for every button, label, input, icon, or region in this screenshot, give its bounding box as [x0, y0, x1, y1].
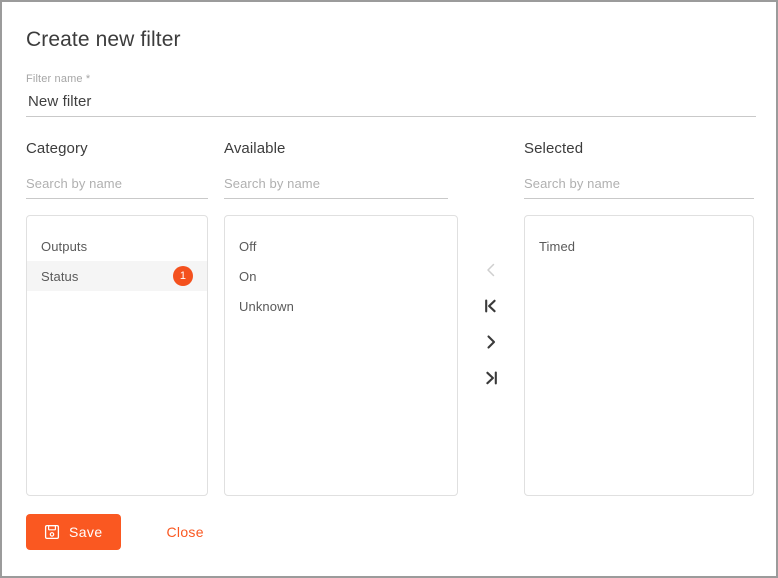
filter-name-input[interactable] — [26, 86, 756, 116]
list-item[interactable]: Off — [225, 231, 457, 261]
available-list-panel: Off On Unknown — [224, 215, 458, 496]
move-left-icon — [474, 252, 508, 288]
close-button[interactable]: Close — [159, 518, 212, 546]
selected-column: Selected — [524, 140, 754, 199]
available-search-input[interactable] — [224, 176, 448, 198]
available-column: Available — [224, 140, 448, 199]
category-search-underline — [26, 198, 208, 199]
dialog-footer: Save Close — [26, 514, 212, 550]
move-all-left-icon[interactable] — [474, 288, 508, 324]
selected-list-panel: Timed — [524, 215, 754, 496]
status-badge: 1 — [173, 266, 193, 286]
list-item[interactable]: Status 1 — [27, 261, 207, 291]
move-right-icon[interactable] — [474, 324, 508, 360]
available-item-label: Unknown — [239, 298, 294, 314]
category-item-label: Outputs — [41, 238, 88, 254]
available-search-box — [224, 175, 448, 199]
category-search-box — [26, 175, 208, 199]
available-item-label: On — [239, 268, 257, 284]
filter-name-label: Filter name * — [26, 73, 91, 85]
list-item[interactable]: On — [225, 261, 457, 291]
save-icon — [44, 524, 60, 540]
selected-heading: Selected — [524, 140, 584, 157]
category-column: Category — [26, 140, 208, 199]
available-search-underline — [224, 198, 448, 199]
available-heading: Available — [224, 140, 286, 157]
list-item[interactable]: Outputs — [27, 231, 207, 261]
selected-item-label: Timed — [539, 238, 576, 254]
category-item-label: Status — [41, 268, 79, 284]
available-item-label: Off — [239, 238, 257, 254]
save-button[interactable]: Save — [26, 514, 121, 550]
category-search-input[interactable] — [26, 176, 208, 198]
selected-search-box — [524, 175, 754, 199]
category-list-panel: Outputs Status 1 — [26, 215, 208, 496]
transfer-buttons — [474, 252, 508, 396]
selected-search-underline — [524, 198, 754, 199]
save-button-label: Save — [69, 524, 103, 540]
move-all-right-icon[interactable] — [474, 360, 508, 396]
filter-name-underline — [26, 116, 756, 117]
list-item[interactable]: Timed — [525, 231, 753, 261]
selected-search-input[interactable] — [524, 176, 754, 198]
page-title: Create new filter — [26, 28, 181, 51]
create-filter-dialog: Create new filter Filter name * Category… — [0, 0, 778, 578]
filter-name-field: Filter name * — [26, 72, 756, 117]
list-item[interactable]: Unknown — [225, 291, 457, 321]
category-heading: Category — [26, 140, 88, 157]
